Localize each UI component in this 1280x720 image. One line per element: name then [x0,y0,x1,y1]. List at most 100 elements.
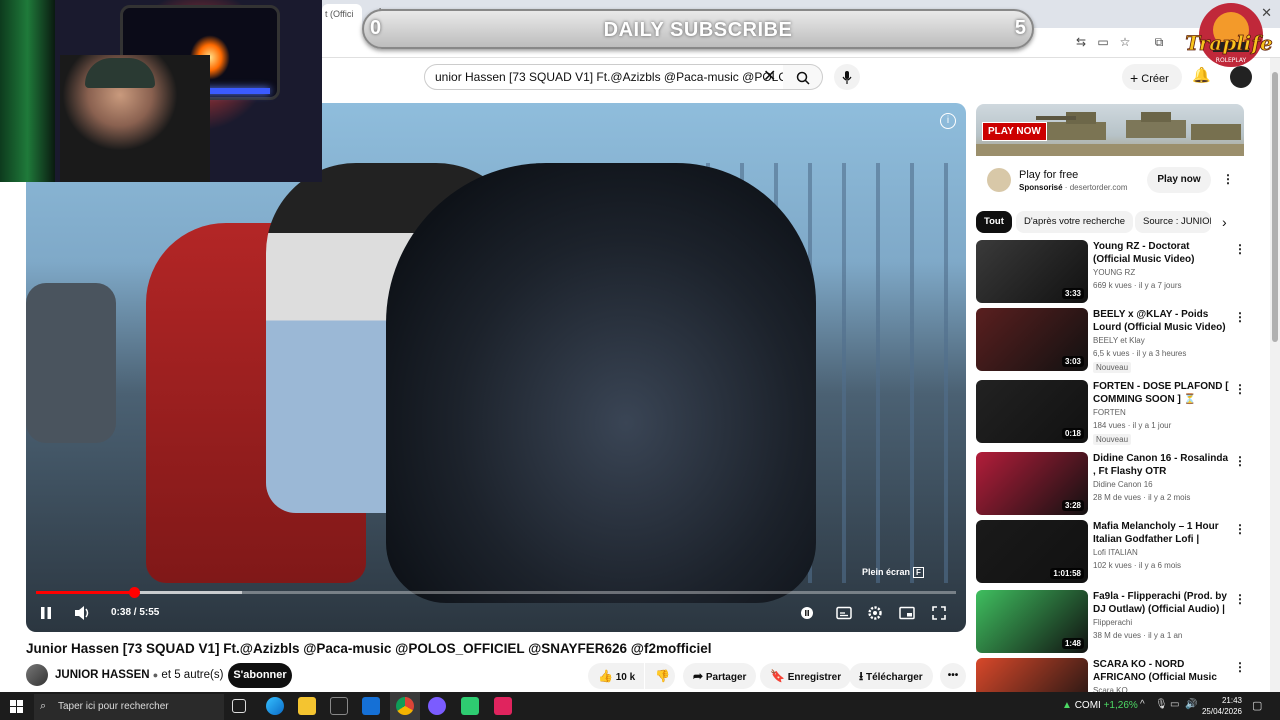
miniplayer-button[interactable] [899,606,915,623]
windows-start-icon[interactable] [10,700,23,713]
progress-bar[interactable] [36,587,956,598]
plus-icon: + [1130,70,1139,86]
clear-search-icon[interactable]: ✕ [763,66,776,86]
notification-center-icon[interactable]: ▢ [1252,699,1262,712]
tray-chevron-icon[interactable]: ^ [1140,699,1145,710]
video-title: Junior Hassen [73 SQUAD V1] Ft.@Azizbls … [26,641,712,656]
video-thumbnail[interactable]: 1:01:58 [976,520,1088,583]
video-thumbnail[interactable]: 3:03 [976,308,1088,371]
video-thumbnail[interactable]: 3:33 [976,240,1088,303]
download-button[interactable]: ⭳ Télécharger [849,663,933,689]
collaborators-link[interactable]: et 5 autre(s) [161,669,223,681]
scrubber-handle[interactable] [128,587,140,598]
file-explorer-icon[interactable] [298,697,316,715]
recommendation-meta: 184 vues · il y a 1 jour [1093,421,1172,430]
share-icon: ➦ [693,669,704,683]
chip-source[interactable]: Source : JUNIOR [1135,211,1211,233]
recommendation-title[interactable]: BEELY x @KLAY - Poids Lourd (Official Mu… [1093,308,1229,334]
recommendation-title[interactable]: FORTEN - DOSE PLAFOND [ COMMING SOON ] ⏳ [1093,380,1229,406]
scrollbar-thumb[interactable] [1272,72,1278,342]
more-vertical-icon[interactable]: ⋮ [1234,592,1246,606]
fullscreen-tooltip-label: Plein écran [862,567,911,577]
video-thumbnail[interactable]: 0:18 [976,380,1088,443]
taskbar-search-input[interactable]: Taper ici pour rechercher [34,694,224,720]
subscribe-button[interactable]: S'abonner [228,663,292,688]
translate-icon[interactable]: ⇆ [1074,35,1088,49]
ad-more-icon[interactable]: ⋮ [1222,172,1234,186]
chip-related-search[interactable]: D'après votre recherche [1016,211,1134,233]
video-thumbnail[interactable]: 1:48 [976,590,1088,653]
app-icon[interactable] [461,697,479,715]
mail-icon[interactable] [362,697,380,715]
market-widget[interactable]: ▲ COMI +1,26% [1062,700,1138,711]
settings-button[interactable] [867,605,883,624]
network-icon[interactable]: ▭ [1170,699,1179,710]
recommendation-channel[interactable]: Lofi ITALIAN [1093,548,1138,557]
video-duration: 3:03 [1061,356,1084,367]
traplife-logo-graphic: Traplife ROLEPLAY [1185,3,1273,67]
more-vertical-icon[interactable]: ⋮ [1234,242,1246,256]
pause-button[interactable] [38,605,54,624]
traplife-logo: Traplife ROLEPLAY [1183,2,1275,72]
more-vertical-icon[interactable]: ⋮ [1234,454,1246,468]
dislike-button[interactable]: 👎 [645,663,675,689]
more-vertical-icon[interactable]: ⋮ [1234,522,1246,536]
streaming-app-icon[interactable] [494,697,512,715]
ad-title[interactable]: Play for free [1019,169,1078,181]
chrome-icon[interactable] [396,697,414,715]
recommendation-views: 184 vues [1093,421,1126,430]
share-button[interactable]: ➦ Partager [683,663,757,689]
microphone-tray-icon[interactable]: 🎙 [1155,699,1168,710]
save-button[interactable]: 🔖 Enregistrer [760,663,852,689]
cast-icon[interactable]: ▭ [1096,35,1110,49]
recommendation-channel[interactable]: Flipperachi [1093,618,1132,627]
recommendation-title[interactable]: SCARA KO - NORD AFRICANO (Official Music… [1093,658,1229,685]
more-vertical-icon[interactable]: ⋮ [1234,310,1246,324]
browser-tab[interactable]: t (Offici [322,4,362,28]
search-button[interactable] [783,64,823,90]
channel-name-label[interactable]: JUNIOR HASSEN [55,669,150,681]
autoplay-toggle[interactable] [800,606,816,623]
more-vertical-icon[interactable]: ⋮ [1234,660,1246,674]
search-input[interactable]: unior Hassen [73 SQUAD V1] Ft.@Azizbls @… [424,64,784,90]
chip-all[interactable]: Tout [976,211,1012,233]
info-icon[interactable]: i [940,113,956,129]
voice-search-button[interactable] [834,64,860,90]
channel-name[interactable]: JUNIOR HASSEN ● et 5 autre(s) [55,669,223,681]
recommendation-channel[interactable]: Didine Canon 16 [1093,480,1153,489]
more-vertical-icon[interactable]: ⋮ [1234,382,1246,396]
subtitles-button[interactable] [836,606,852,623]
volume-button[interactable] [74,605,92,624]
channel-avatar[interactable] [26,664,48,686]
ad-banner-play-now[interactable]: PLAY NOW [982,122,1047,141]
more-actions-button[interactable]: ••• [940,663,966,689]
fullscreen-button[interactable] [931,605,947,624]
edge-browser-icon[interactable] [266,697,284,715]
page-scrollbar[interactable] [1270,58,1280,692]
like-button[interactable]: 👍 10 k [588,663,644,689]
extensions-icon[interactable]: ⧉ [1152,35,1166,49]
chevron-right-icon[interactable]: › [1222,214,1227,230]
recommendation-channel[interactable]: FORTEN [1093,408,1126,417]
goal-target-count: 5 [1014,17,1026,39]
create-label: Créer [1141,73,1169,85]
ad-play-now-button[interactable]: Play now [1147,167,1211,193]
volume-tray-icon[interactable]: 🔊 [1185,699,1197,710]
ad-advertiser-icon [987,168,1011,192]
task-view-icon[interactable] [232,699,246,713]
recommendation-title[interactable]: Didine Canon 16 - Rosalinda , Ft Flashy … [1093,452,1229,478]
recommendation-title[interactable]: Young RZ - Doctorat (Official Music Vide… [1093,240,1229,266]
video-thumbnail[interactable]: 3:28 [976,452,1088,515]
autoplay-icon [801,607,813,619]
recommendation-channel[interactable]: YOUNG RZ [1093,268,1135,277]
daily-subscribe-goal-bar: 0 DAILY SUBSCRIBE 5 [362,9,1034,49]
recommendation-title[interactable]: Mafia Melancholy – 1 Hour Italian Godfat… [1093,520,1229,547]
recommendation-channel[interactable]: BEELY et Klay [1093,336,1145,345]
create-button[interactable]: + Créer [1122,64,1182,90]
bookmark-star-icon[interactable]: ☆ [1118,35,1132,49]
video-player[interactable]: i [26,103,966,632]
store-icon[interactable] [330,697,348,715]
taskbar-clock[interactable]: 21:43 25/04/2026 [1200,695,1242,717]
discord-icon[interactable] [428,697,446,715]
recommendation-title[interactable]: Fa9la - Flipperachi (Prod. by DJ Outlaw)… [1093,590,1229,617]
